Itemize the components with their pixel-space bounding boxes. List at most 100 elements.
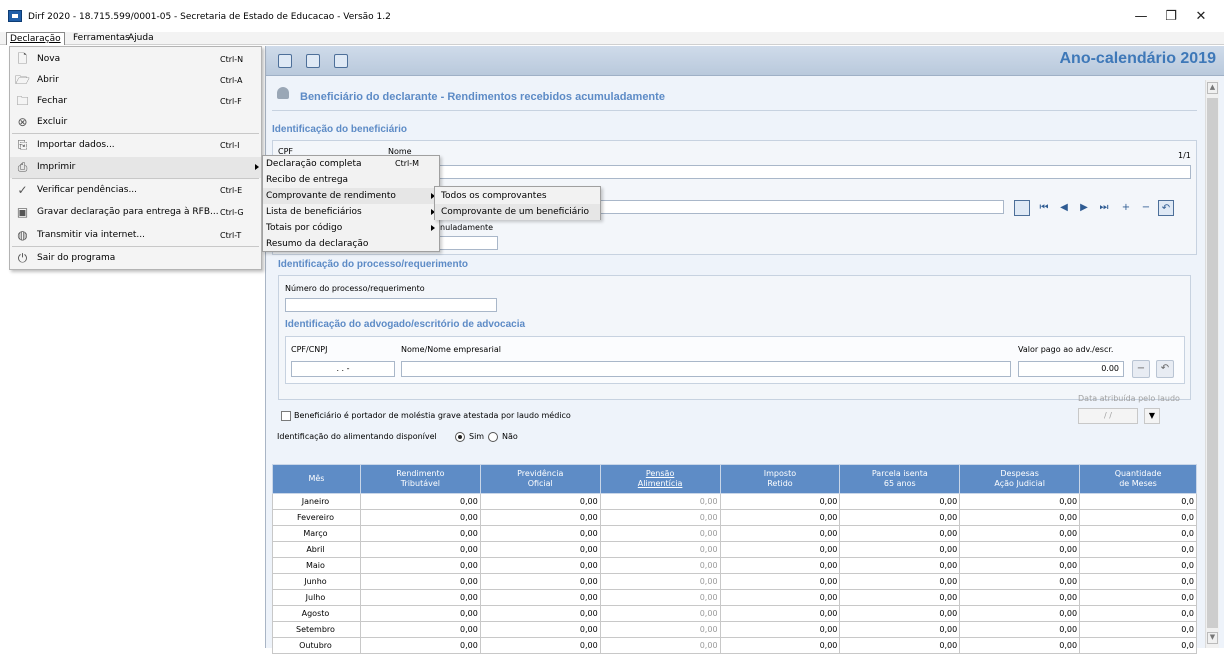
grid-cell[interactable]: 0,00 bbox=[839, 493, 961, 510]
grid-header[interactable]: Rendimento Tributável bbox=[359, 464, 481, 494]
grid-cell[interactable]: 0,00 bbox=[839, 509, 961, 526]
submenu-item-totais-por-c-digo[interactable]: Totais por código bbox=[263, 220, 439, 236]
molestia-checkbox[interactable] bbox=[281, 411, 291, 421]
grid-cell[interactable]: 0,0 bbox=[1079, 509, 1197, 526]
scroll-thumb[interactable] bbox=[1207, 98, 1218, 628]
submenu-item-recibo-de-entrega[interactable]: Recibo de entrega bbox=[263, 172, 439, 188]
grid-cell[interactable]: 0,00 bbox=[359, 525, 481, 542]
menu-item-transmitir-via-internet[interactable]: ◍ Transmitir via internet... Ctrl-T bbox=[10, 225, 261, 246]
undo-icon[interactable]: ↶ bbox=[1158, 200, 1174, 216]
grid-cell[interactable]: 0,00 bbox=[599, 637, 721, 654]
grid-cell[interactable]: 0,00 bbox=[839, 525, 961, 542]
grid-cell[interactable]: 0,0 bbox=[1079, 557, 1197, 574]
first-icon[interactable]: ⏮ bbox=[1036, 200, 1052, 216]
grid-cell[interactable]: 0,00 bbox=[599, 621, 721, 638]
menu-item-fechar[interactable]: 🗀 Fechar Ctrl-F bbox=[10, 91, 261, 112]
grid-cell[interactable]: 0,00 bbox=[359, 573, 481, 590]
grid-header[interactable]: Mês bbox=[272, 464, 361, 494]
grid-cell[interactable]: 0,00 bbox=[359, 589, 481, 606]
menu-item-nova[interactable]: 🗋 Nova Ctrl-N bbox=[10, 49, 261, 70]
grid-cell[interactable]: 0,00 bbox=[719, 557, 841, 574]
grid-cell[interactable]: 0,00 bbox=[839, 557, 961, 574]
grid-cell[interactable]: 0,00 bbox=[599, 605, 721, 622]
add-icon[interactable]: + bbox=[1118, 200, 1134, 216]
vertical-scrollbar[interactable]: ▲ ▼ bbox=[1205, 80, 1219, 648]
nao-radio[interactable] bbox=[488, 432, 498, 442]
search-icon[interactable] bbox=[278, 54, 292, 68]
grid-cell[interactable]: 0,00 bbox=[719, 541, 841, 558]
menu-item-abrir[interactable]: 🗁 Abrir Ctrl-A bbox=[10, 70, 261, 91]
submenu-item-resumo-da-declara-o[interactable]: Resumo da declaração bbox=[263, 236, 439, 252]
grid-cell[interactable]: 0,00 bbox=[479, 573, 601, 590]
grid-cell[interactable]: 0,00 bbox=[599, 541, 721, 558]
grid-cell[interactable]: 0,00 bbox=[359, 509, 481, 526]
grid-cell[interactable]: 0,00 bbox=[479, 621, 601, 638]
grid-cell[interactable]: 0,00 bbox=[599, 525, 721, 542]
grid-cell[interactable]: 0,00 bbox=[959, 541, 1081, 558]
submenu-item-lista-de-benefici-rios[interactable]: Lista de beneficiários bbox=[263, 204, 439, 220]
grid-cell[interactable]: 0,00 bbox=[479, 541, 601, 558]
grid-header[interactable]: Parcela isenta 65 anos bbox=[839, 464, 961, 494]
nome-empresarial-input[interactable] bbox=[401, 361, 1011, 377]
grid-cell[interactable]: 0,00 bbox=[719, 573, 841, 590]
grid-cell[interactable]: 0,00 bbox=[959, 605, 1081, 622]
grid-cell[interactable]: 0,00 bbox=[359, 557, 481, 574]
grid-header[interactable]: Despesas Ação Judicial bbox=[959, 464, 1081, 494]
grid-cell[interactable]: 0,00 bbox=[959, 621, 1081, 638]
grid-cell[interactable]: 0,0 bbox=[1079, 541, 1197, 558]
valor-input[interactable]: 0.00 bbox=[1018, 361, 1124, 377]
grid-cell[interactable]: 0,00 bbox=[839, 605, 961, 622]
grid-cell[interactable]: 0,00 bbox=[599, 509, 721, 526]
menu-ferramentas[interactable]: Ferramentas bbox=[70, 32, 133, 45]
grid-cell[interactable]: 0,00 bbox=[839, 541, 961, 558]
prev-icon[interactable]: ◀ bbox=[1056, 200, 1072, 216]
scroll-down-icon[interactable]: ▼ bbox=[1207, 632, 1218, 644]
minimize-button[interactable]: — bbox=[1126, 6, 1156, 28]
menu-item-gravar-declara-o-para-entrega-rfb[interactable]: ▣ Gravar declaração para entrega à RFB...… bbox=[10, 202, 261, 223]
grid-cell[interactable]: 0,0 bbox=[1079, 573, 1197, 590]
grid-cell[interactable]: 0,0 bbox=[1079, 621, 1197, 638]
grid-header[interactable]: Imposto Retido bbox=[719, 464, 841, 494]
cpfcnpj-input[interactable]: . . - bbox=[291, 361, 395, 377]
grid-cell[interactable]: 0,00 bbox=[359, 605, 481, 622]
grid-header[interactable]: Pensão Alimentícia bbox=[599, 464, 721, 494]
grid-cell[interactable]: 0,00 bbox=[479, 493, 601, 510]
close-button[interactable]: ✕ bbox=[1186, 6, 1216, 28]
grid-cell[interactable]: 0,00 bbox=[479, 509, 601, 526]
grid-cell[interactable]: 0,00 bbox=[479, 557, 601, 574]
grid-cell[interactable]: 0,00 bbox=[959, 637, 1081, 654]
grid-cell[interactable]: 0,00 bbox=[959, 525, 1081, 542]
grid-header[interactable]: Quantidade de Meses bbox=[1079, 464, 1197, 494]
grid-cell[interactable]: 0,0 bbox=[1079, 637, 1197, 654]
calculator-icon[interactable] bbox=[306, 54, 320, 68]
grid-cell[interactable]: 0,00 bbox=[719, 605, 841, 622]
grid-cell[interactable]: 0,00 bbox=[959, 493, 1081, 510]
search-icon[interactable] bbox=[1014, 200, 1030, 216]
grid-cell[interactable]: 0,0 bbox=[1079, 493, 1197, 510]
grid-cell[interactable]: 0,00 bbox=[719, 637, 841, 654]
grid-cell[interactable]: 0,0 bbox=[1079, 525, 1197, 542]
grid-header[interactable]: Previdência Oficial bbox=[479, 464, 601, 494]
grid-cell[interactable]: 0,00 bbox=[359, 541, 481, 558]
grid-cell[interactable]: 0,00 bbox=[719, 525, 841, 542]
grid-cell[interactable]: 0,00 bbox=[479, 525, 601, 542]
grid-cell[interactable]: 0,00 bbox=[959, 509, 1081, 526]
grid-cell[interactable]: 0,00 bbox=[359, 493, 481, 510]
grid-cell[interactable]: 0,00 bbox=[719, 509, 841, 526]
transfer-icon[interactable] bbox=[334, 54, 348, 68]
menu-item-excluir[interactable]: ⊗ Excluir bbox=[10, 112, 261, 133]
grid-cell[interactable]: 0,00 bbox=[839, 621, 961, 638]
grid-cell[interactable]: 0,00 bbox=[479, 605, 601, 622]
grid-cell[interactable]: 0,00 bbox=[599, 493, 721, 510]
grid-cell[interactable]: 0,00 bbox=[479, 589, 601, 606]
grid-cell[interactable]: 0,00 bbox=[599, 589, 721, 606]
grid-cell[interactable]: 0,00 bbox=[599, 557, 721, 574]
submenu2-item-1[interactable]: Comprovante de um beneficiário bbox=[435, 204, 600, 220]
grid-cell[interactable]: 0,0 bbox=[1079, 605, 1197, 622]
menu-ajuda[interactable]: Ajuda bbox=[125, 32, 157, 45]
remove-icon[interactable]: − bbox=[1138, 200, 1154, 216]
grid-cell[interactable]: 0,00 bbox=[719, 493, 841, 510]
menu-item-importar-dados[interactable]: ⎘ Importar dados... Ctrl-I bbox=[10, 135, 261, 156]
processo-input[interactable] bbox=[285, 298, 497, 312]
nome-input[interactable] bbox=[388, 165, 1191, 179]
